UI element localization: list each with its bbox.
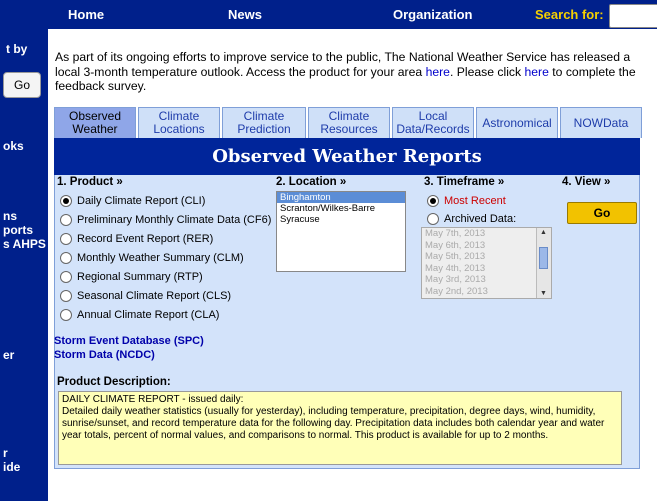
tab-label: Locations [153,122,205,136]
left-sidebar: t by Go oks ns ports s AHPS er r ide [0,29,48,501]
location-option-binghamton[interactable]: Binghamton [277,192,405,203]
tab-label: Local [418,109,448,123]
radio-icon[interactable] [60,233,72,245]
description-heading: DAILY CLIMATE REPORT - issued daily: [62,394,244,405]
radio-icon[interactable] [427,213,439,225]
product-heading: 1. Product » [57,176,123,188]
product-label: Annual Climate Report (CLA) [77,309,220,321]
nav-news-link[interactable]: News [228,7,262,22]
view-heading: 4. View » [562,176,611,188]
radio-checked-icon[interactable] [60,195,72,207]
sidebar-go-button[interactable]: Go [3,72,41,98]
radio-icon[interactable] [60,252,72,264]
product-label: Seasonal Climate Report (CLS) [77,290,232,302]
sidebar-link[interactable]: ide [3,460,20,474]
nav-organization-link[interactable]: Organization [393,7,472,22]
tab-climate-resources[interactable]: Climate Resources [308,107,390,138]
radio-icon[interactable] [60,271,72,283]
tab-nowdata[interactable]: NOWData [560,107,642,138]
scroll-up-icon[interactable]: ▲ [540,229,547,236]
timeframe-label: Most Recent [444,195,506,207]
sidebar-text: t by [6,42,28,56]
tab-label: Weather [72,122,118,136]
sidebar-link[interactable]: s AHPS [3,237,46,251]
page: Home News Organization Search for: t by … [0,0,657,501]
search-label: Search for: [535,7,604,22]
storm-event-database-link[interactable]: Storm Event Database (SPC) [54,335,204,347]
tab-label: Climate [158,109,200,123]
nav-home-link[interactable]: Home [68,7,104,22]
product-option-clm[interactable]: Monthly Weather Summary (CLM) [60,252,244,264]
radio-icon[interactable] [60,290,72,302]
tab-label: Astronomical [482,115,552,130]
tab-label: Climate [328,109,370,123]
tab-climate-prediction[interactable]: Climate Prediction [222,107,306,138]
scroll-down-icon[interactable]: ▼ [540,290,547,297]
product-option-cla[interactable]: Annual Climate Report (CLA) [60,309,219,321]
location-listbox[interactable]: Binghamton Scranton/Wilkes-Barre Syracus… [276,191,406,272]
tab-label: NOWData [573,115,629,130]
intro-paragraph: As part of its ongoing efforts to improv… [55,50,650,94]
radio-icon[interactable] [60,214,72,226]
date-option[interactable]: May 4th, 2013 [422,263,551,275]
product-option-rer[interactable]: Record Event Report (RER) [60,233,213,245]
location-option-scranton[interactable]: Scranton/Wilkes-Barre [277,203,405,214]
tab-label: Prediction [237,122,291,136]
date-option[interactable]: May 3rd, 2013 [422,274,551,286]
survey-here-link[interactable]: here [524,65,548,79]
tab-climate-locations[interactable]: Climate Locations [138,107,220,138]
date-option[interactable]: May 5th, 2013 [422,251,551,263]
timeframe-most-recent[interactable]: Most Recent [427,195,506,207]
radio-icon[interactable] [60,309,72,321]
product-label: Monthly Weather Summary (CLM) [77,252,244,264]
date-scrollbar[interactable]: ▲ ▼ [536,228,551,298]
product-option-rtp[interactable]: Regional Summary (RTP) [60,271,203,283]
product-description-box[interactable]: DAILY CLIMATE REPORT - issued daily: Det… [58,391,622,465]
sidebar-link[interactable]: r [3,446,8,460]
date-option[interactable]: May 6th, 2013 [422,240,551,252]
product-label: Record Event Report (RER) [77,233,214,245]
date-option[interactable]: May 7th, 2013 [422,228,551,240]
product-description-label: Product Description: [57,376,171,388]
archived-date-listbox[interactable]: May 7th, 2013 May 6th, 2013 May 5th, 201… [421,227,552,299]
tab-local-data-records[interactable]: Local Data/Records [392,107,474,138]
product-label: Preliminary Monthly Climate Data (CF6) [77,214,272,226]
intro-text: . Please click [449,64,525,79]
sidebar-link[interactable]: ns [3,209,17,223]
product-option-cf6[interactable]: Preliminary Monthly Climate Data (CF6) [60,214,271,226]
top-navigation: Home News Organization Search for: [0,0,657,29]
product-label: Daily Climate Report (CLI) [77,195,206,207]
tab-observed-weather[interactable]: Observed Weather [54,107,136,138]
timeframe-archived[interactable]: Archived Data: [427,213,516,225]
tab-label: Resources [320,122,378,136]
panel-title: Observed Weather Reports [54,138,640,175]
location-heading: 2. Location » [276,176,347,188]
location-option-syracuse[interactable]: Syracuse [277,214,405,225]
search-input[interactable] [609,4,657,28]
tab-label: Data/Records [396,122,470,136]
scroll-thumb[interactable] [539,247,548,269]
description-body: Detailed daily weather statistics (usual… [62,406,605,441]
product-option-cli[interactable]: Daily Climate Report (CLI) [60,195,205,207]
outlook-here-link[interactable]: here [426,65,450,79]
go-button[interactable]: Go [567,202,637,224]
timeframe-heading: 3. Timeframe » [424,176,505,188]
date-option[interactable]: May 2nd, 2013 [422,286,551,298]
tab-label: Climate [243,109,285,123]
sidebar-link[interactable]: ports [3,223,33,237]
tab-astronomical[interactable]: Astronomical [476,107,558,138]
tab-label: Observed [68,109,122,123]
radio-checked-icon[interactable] [427,195,439,207]
product-label: Regional Summary (RTP) [77,271,203,283]
timeframe-label: Archived Data: [444,213,517,225]
storm-data-link[interactable]: Storm Data (NCDC) [54,349,155,361]
product-option-cls[interactable]: Seasonal Climate Report (CLS) [60,290,231,302]
sidebar-link[interactable]: oks [3,139,24,153]
sidebar-link[interactable]: er [3,348,14,362]
